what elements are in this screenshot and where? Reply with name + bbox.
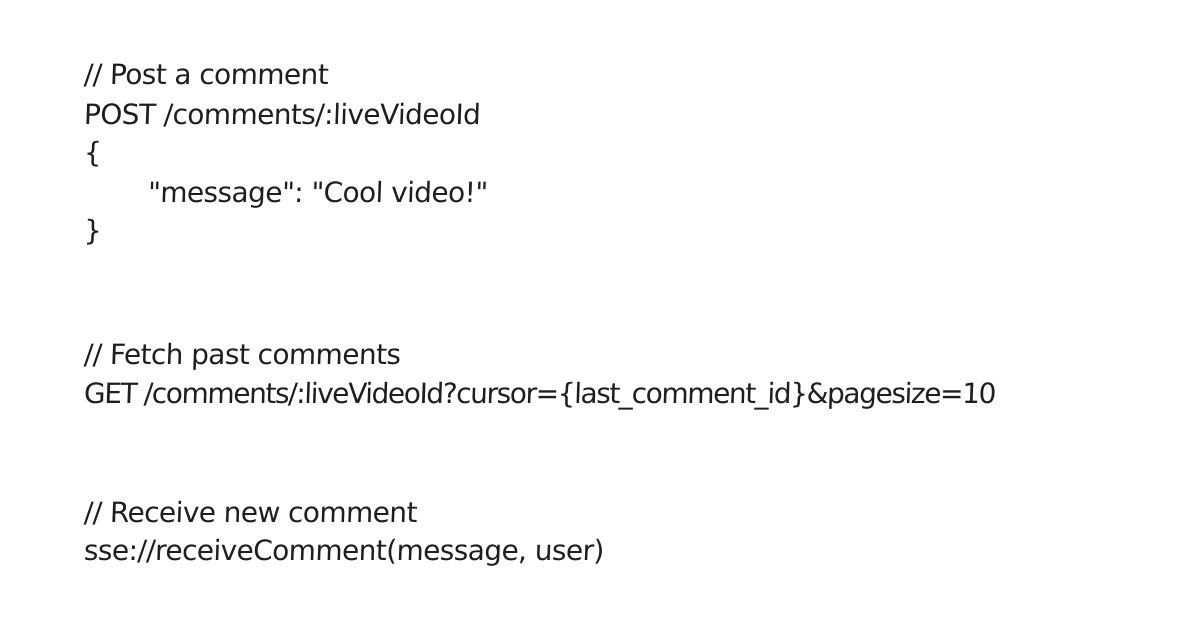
post-comment-open-brace: { xyxy=(83,136,102,169)
fetch-comments-endpoint: GET /comments/:liveVideoId?cursor={last_… xyxy=(83,377,996,410)
post-comment-body-line: "message": "Cool video!" xyxy=(147,176,489,209)
receive-comment-heading: // Receive new comment xyxy=(83,496,418,529)
code-canvas: // Post a comment POST /comments/:liveVi… xyxy=(0,0,1182,640)
post-comment-close-brace: } xyxy=(83,214,102,247)
receive-comment-endpoint: sse://receiveComment(message, user) xyxy=(83,534,605,567)
fetch-comments-heading: // Fetch past comments xyxy=(83,338,401,371)
post-comment-endpoint: POST /comments/:liveVideoId xyxy=(83,98,481,131)
post-comment-heading: // Post a comment xyxy=(83,58,329,91)
